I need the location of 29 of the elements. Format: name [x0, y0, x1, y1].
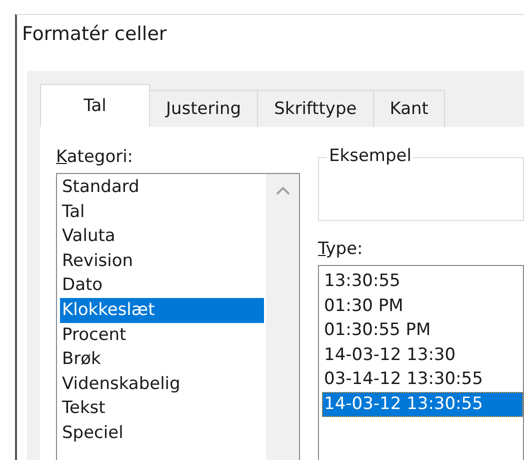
- tab[interactable]: Skrifttype: [258, 90, 374, 127]
- list-item[interactable]: Tekst: [60, 396, 264, 421]
- list-item[interactable]: Speciel: [60, 420, 264, 446]
- list-item[interactable]: 13:30:55: [322, 269, 523, 294]
- list-item[interactable]: 03-14-12 13:30:55: [322, 367, 523, 392]
- scrollbar[interactable]: [266, 174, 299, 460]
- list-item[interactable]: Videnskabelig: [60, 372, 264, 396]
- list-item[interactable]: 01:30 PM: [322, 294, 523, 318]
- list-item[interactable]: Standard: [60, 175, 264, 200]
- category-list[interactable]: Standard Tal Valuta Revision Dato Klokkeslæt Procent Brøk Videnskabelig Tekst Speciel: [56, 173, 300, 460]
- type-list[interactable]: 13:30:55 01:30 PM 01:30:55 PM 14-03-12 13:30 03-14-12 13:30:55 14-03-12 13:30:55: [318, 265, 524, 460]
- list-item[interactable]: 14-03-12 13:30: [322, 342, 523, 368]
- category-label: Kategori:: [56, 147, 134, 169]
- list-item[interactable]: 01:30:55 PM: [322, 318, 523, 343]
- list-item[interactable]: 14-03-12 13:30:55: [322, 392, 523, 417]
- list-item[interactable]: Brøk: [60, 347, 264, 372]
- tab[interactable]: Justering: [150, 90, 258, 127]
- sample-label: Eksempel: [327, 146, 414, 166]
- tab[interactable]: Kant: [374, 90, 446, 127]
- window-title: Formatér celler: [21, 22, 168, 47]
- list-item[interactable]: Dato: [60, 273, 264, 298]
- tab[interactable]: Tal: [40, 84, 150, 127]
- list-item[interactable]: Klokkeslæt: [60, 298, 264, 323]
- list-item[interactable]: Procent: [60, 322, 264, 348]
- list-item[interactable]: Tal: [60, 200, 264, 224]
- list-item[interactable]: Revision: [60, 248, 264, 274]
- type-label: Type:: [318, 239, 364, 261]
- scroll-up-icon[interactable]: [276, 187, 290, 195]
- list-item[interactable]: Valuta: [60, 224, 264, 249]
